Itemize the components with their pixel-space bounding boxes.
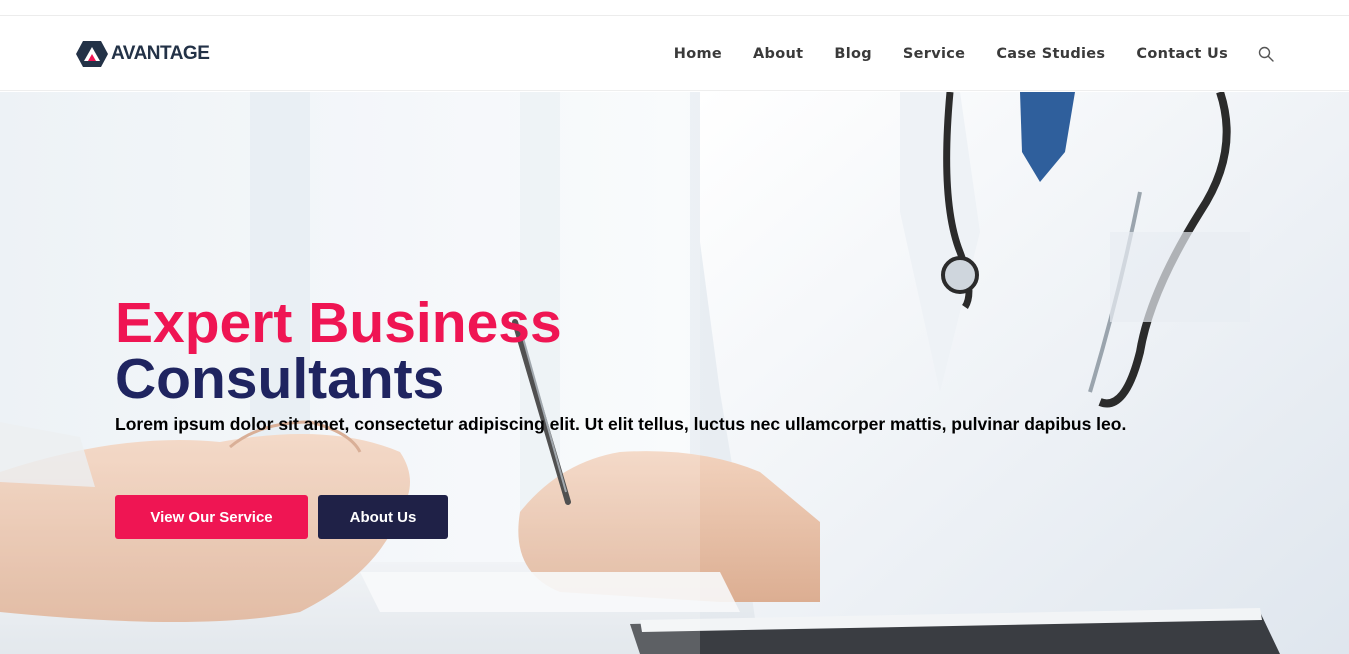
hero-title-line2: Consultants — [115, 347, 445, 411]
main-nav: Home About Blog Service Case Studies Con… — [674, 17, 1274, 91]
top-strip — [0, 0, 1349, 16]
search-icon[interactable] — [1258, 46, 1274, 62]
hero-title-line1: Expert Business — [115, 291, 562, 355]
hero-title: Expert Business Consultants — [115, 291, 562, 411]
about-us-button[interactable]: About Us — [318, 495, 448, 539]
hero-description: Lorem ipsum dolor sit amet, consectetur … — [115, 414, 1127, 434]
site-logo[interactable]: AVANTAGE — [75, 39, 210, 69]
nav-service[interactable]: Service — [903, 46, 965, 62]
view-our-service-button[interactable]: View Our Service — [115, 495, 308, 539]
brand-name: AVANTAGE — [111, 43, 210, 64]
avantage-logo-icon — [76, 41, 108, 67]
hero-section: Expert Business Consultants Lorem ipsum … — [0, 92, 1349, 654]
nav-blog[interactable]: Blog — [834, 46, 872, 62]
nav-home[interactable]: Home — [674, 46, 722, 62]
nav-case-studies[interactable]: Case Studies — [996, 46, 1105, 62]
site-header: AVANTAGE Home About Blog Service Case St… — [0, 17, 1349, 91]
nav-about[interactable]: About — [753, 46, 803, 62]
nav-contact-us[interactable]: Contact Us — [1136, 46, 1228, 62]
